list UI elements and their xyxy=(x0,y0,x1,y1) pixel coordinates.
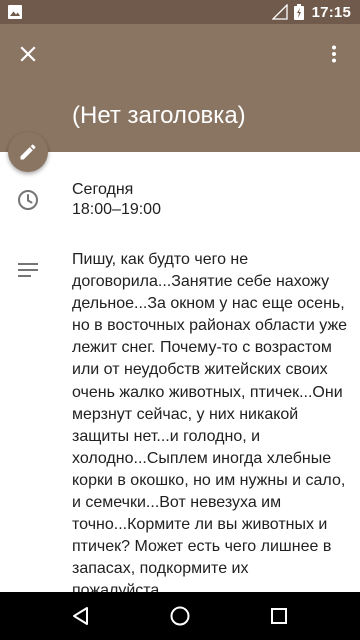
status-time: 17:15 xyxy=(311,3,351,21)
edit-icon xyxy=(20,144,36,160)
event-day: Сегодня xyxy=(72,181,134,198)
gallery-icon xyxy=(8,5,22,19)
home-icon xyxy=(170,606,190,626)
close-button[interactable] xyxy=(10,36,46,72)
edit-button[interactable] xyxy=(8,132,48,172)
event-time-range: 18:00–19:00 xyxy=(72,201,161,218)
battery-charging-icon xyxy=(293,4,304,20)
event-title: (Нет заголовка) xyxy=(72,102,246,129)
status-bar: 17:15 xyxy=(0,0,360,24)
description-icon xyxy=(18,263,38,277)
close-icon xyxy=(20,46,36,62)
more-options-button[interactable] xyxy=(318,36,350,72)
status-icons: 17:15 xyxy=(271,0,351,24)
more-vert-icon xyxy=(332,45,336,63)
clock-icon xyxy=(18,190,38,210)
event-description: Пишу, как будто чего не договорила...Зан… xyxy=(72,251,348,600)
recents-button[interactable] xyxy=(255,592,303,640)
recents-icon xyxy=(271,608,287,624)
back-icon xyxy=(73,607,88,625)
event-header: (Нет заголовка) xyxy=(0,24,360,152)
back-button[interactable] xyxy=(57,592,105,640)
signal-icon xyxy=(271,4,288,20)
event-time: Сегодня 18:00–19:00 xyxy=(72,180,161,220)
navigation-bar xyxy=(0,592,360,640)
home-button[interactable] xyxy=(156,592,204,640)
